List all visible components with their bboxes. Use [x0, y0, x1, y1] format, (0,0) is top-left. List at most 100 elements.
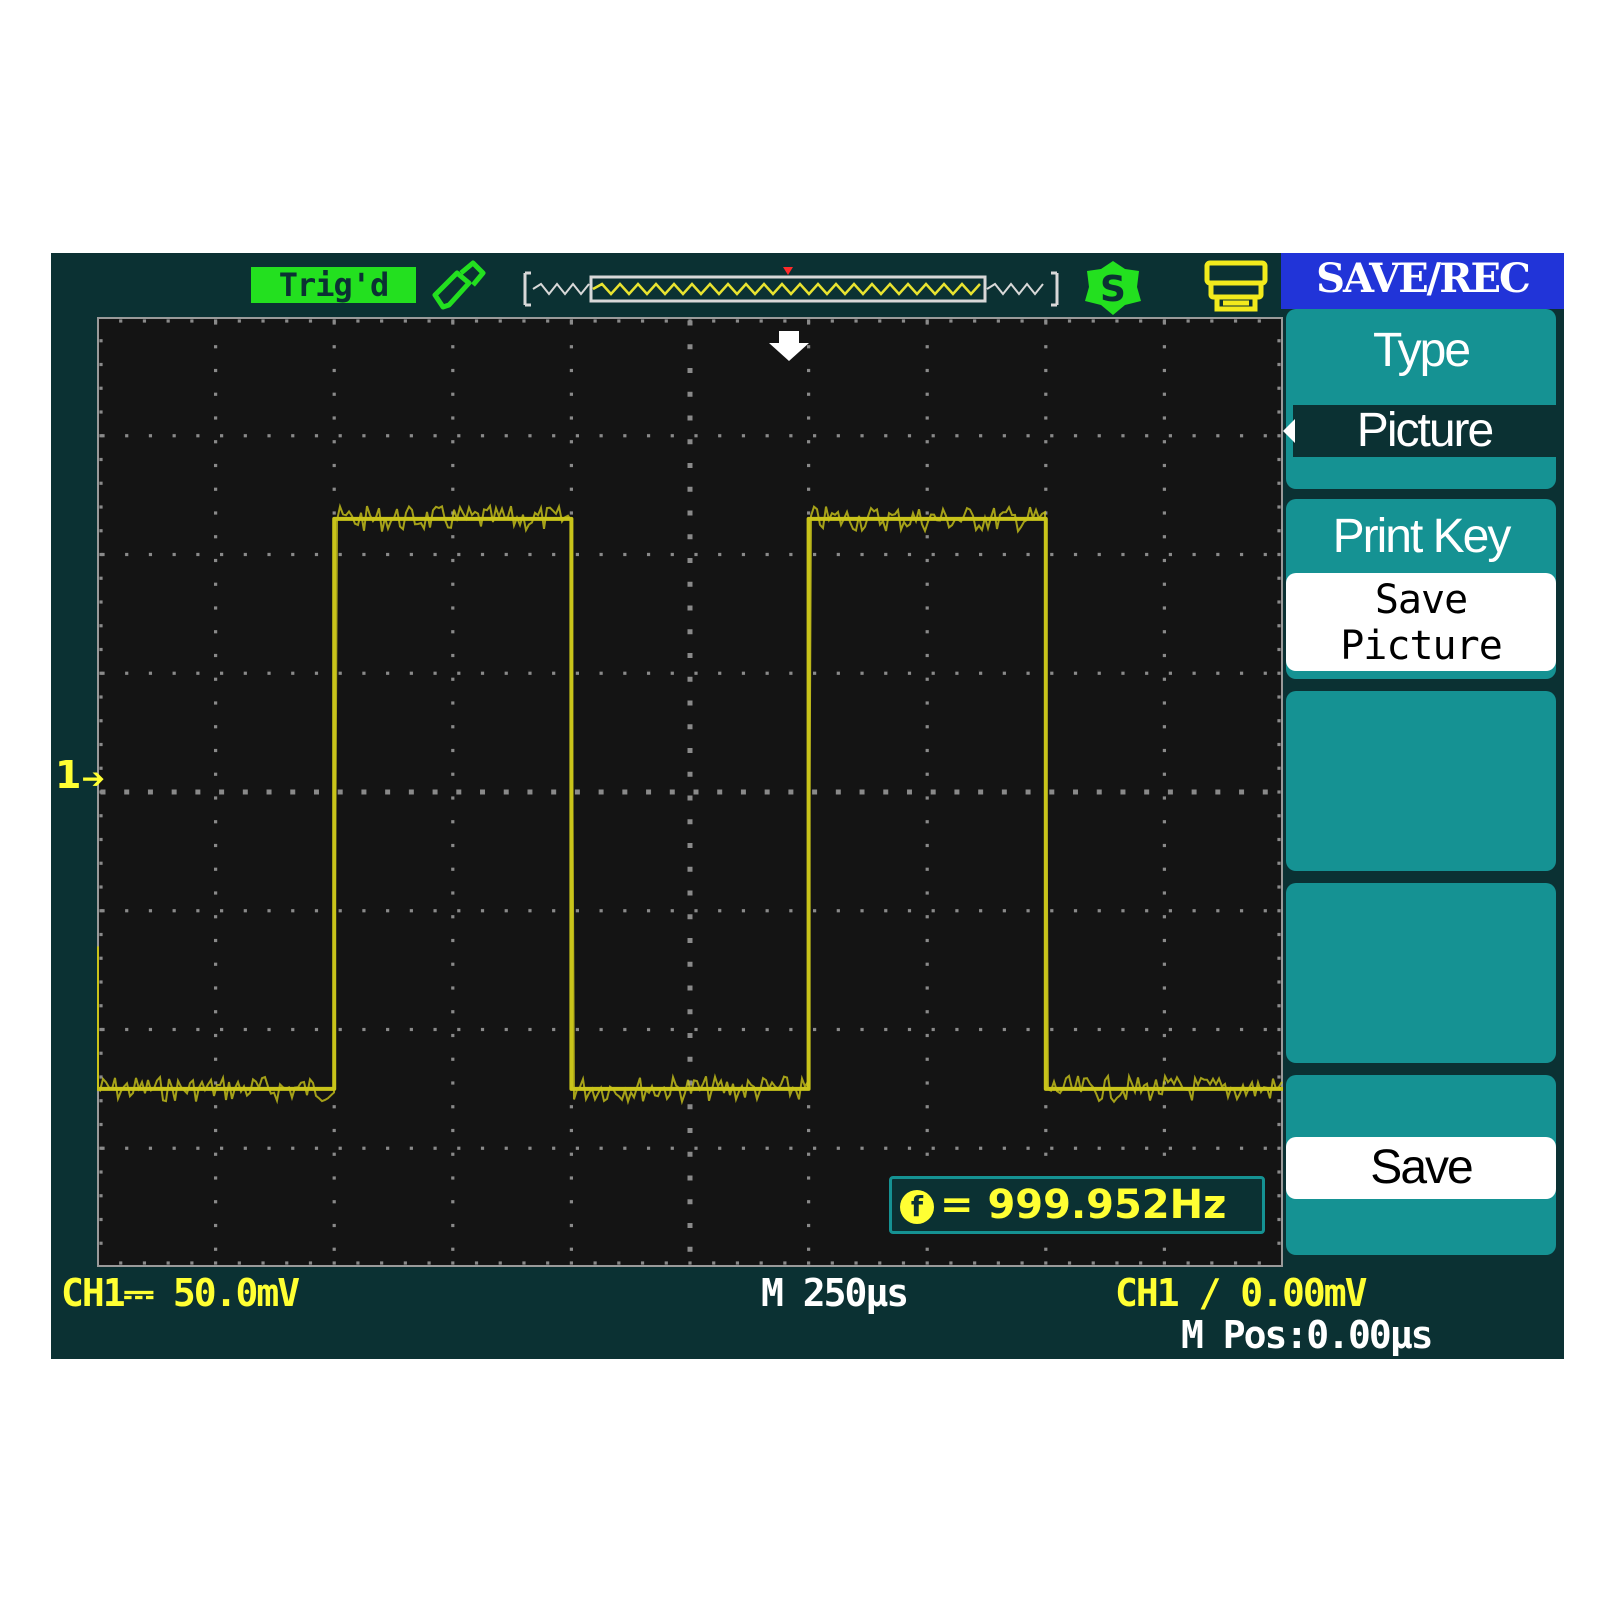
grid-dot: [741, 1027, 746, 1032]
grid-dot: [433, 1027, 437, 1032]
grid-dot: [220, 1027, 224, 1032]
grid-dot: [214, 368, 218, 373]
grid-dot: [1192, 1027, 1196, 1032]
menu-title: SAVE/REC: [1281, 253, 1564, 309]
grid-dot: [765, 1146, 769, 1150]
grid-dot: [214, 938, 218, 943]
grid-tick: [878, 1261, 882, 1265]
grid-dot: [332, 1223, 336, 1228]
grid-dot: [1239, 552, 1244, 557]
grid-dot: [1216, 671, 1220, 675]
grid-dot: [687, 1009, 693, 1015]
grid-dot: [1162, 867, 1166, 871]
grid-tick: [380, 319, 384, 323]
grid-dot: [569, 440, 573, 444]
grid-dot: [1002, 552, 1006, 557]
grid-dot: [409, 1146, 413, 1150]
svg-text:S: S: [1100, 269, 1126, 310]
grid-dot: [687, 653, 693, 658]
grid-dot: [451, 1152, 455, 1156]
frequency-icon: f: [900, 1190, 934, 1224]
grid-dot: [290, 789, 296, 795]
grid-dot: [332, 1105, 336, 1109]
grid-tick: [427, 1261, 431, 1265]
grid-dot: [1263, 1027, 1267, 1032]
type-button[interactable]: Type: [1286, 309, 1556, 489]
grid-dot: [451, 606, 455, 610]
grid-dot: [599, 671, 603, 675]
grid-dot: [860, 671, 864, 675]
grid-tick: [214, 319, 218, 323]
menu-blank-button-2[interactable]: [1286, 883, 1556, 1063]
grid-dot: [503, 789, 509, 795]
grid-dot: [214, 511, 218, 515]
grid-dot: [884, 1146, 888, 1150]
grid-dot: [807, 392, 811, 396]
save-label: Save: [1286, 1137, 1556, 1199]
grid-tick: [99, 956, 103, 960]
grid-tick: [1186, 1261, 1190, 1265]
grid-dot: [623, 909, 627, 913]
grid-dot: [687, 914, 693, 920]
grid-dot: [687, 629, 693, 635]
grid-dot: [1044, 487, 1048, 491]
grid-tick: [119, 1261, 123, 1265]
grid-dot: [528, 434, 532, 438]
menu-blank-button-1[interactable]: [1286, 691, 1556, 871]
grid-dot: [718, 552, 722, 557]
grid-dot: [214, 630, 218, 634]
grid-tick: [1044, 1261, 1048, 1265]
grid-dot: [480, 1027, 485, 1032]
grid-dot: [214, 772, 218, 776]
grid-dot: [907, 1146, 912, 1150]
grid-dot: [214, 653, 218, 658]
grid-dot: [1026, 552, 1030, 557]
grid-dot: [451, 653, 455, 658]
grid-tick: [712, 319, 716, 323]
grid-dot: [569, 1247, 573, 1251]
grid-dot: [332, 1152, 336, 1156]
grid-dot: [687, 463, 693, 468]
grid-dot: [386, 909, 390, 913]
save-button[interactable]: Save: [1286, 1075, 1556, 1255]
grid-dot: [332, 1176, 336, 1180]
grid-dot: [314, 434, 319, 438]
grid-dot: [569, 1152, 573, 1156]
grid-dot: [813, 552, 817, 557]
grid-tick: [1210, 319, 1214, 323]
grid-dot: [836, 434, 840, 438]
grid-tick: [783, 319, 787, 323]
grid-dot: [214, 677, 218, 681]
grid-dot: [457, 434, 461, 438]
grid-dot: [214, 416, 218, 420]
grid-dot: [214, 606, 218, 610]
grid-dot: [925, 796, 929, 800]
grid-dot: [172, 909, 176, 913]
grid-dot: [860, 909, 864, 913]
grid-dot: [1044, 1247, 1048, 1251]
grid-tick: [356, 319, 360, 323]
grid-tick: [308, 319, 313, 323]
grid-tick: [901, 319, 906, 323]
grid-dot: [693, 789, 699, 795]
grid-dot: [694, 1027, 698, 1032]
grid-tick: [99, 1075, 103, 1079]
grid-tick: [688, 319, 692, 323]
grid-dot: [788, 789, 794, 795]
grid-dot: [807, 1128, 811, 1133]
grid-dot: [687, 605, 693, 611]
grid-dot: [1121, 1027, 1125, 1032]
grid-dot: [575, 909, 579, 913]
grid-dot: [741, 671, 746, 675]
grid-dot: [687, 866, 693, 872]
grid-dot: [955, 671, 959, 675]
grid-tick: [949, 1261, 953, 1265]
grid-tick: [1115, 1261, 1119, 1265]
grid-dot: [925, 558, 929, 563]
grid-dot: [214, 1200, 218, 1204]
grid-dot: [1050, 1027, 1054, 1032]
grid-dot: [457, 1146, 461, 1150]
grid-dot: [1073, 434, 1078, 438]
grid-dot: [925, 701, 929, 705]
grid-dot: [813, 434, 817, 438]
